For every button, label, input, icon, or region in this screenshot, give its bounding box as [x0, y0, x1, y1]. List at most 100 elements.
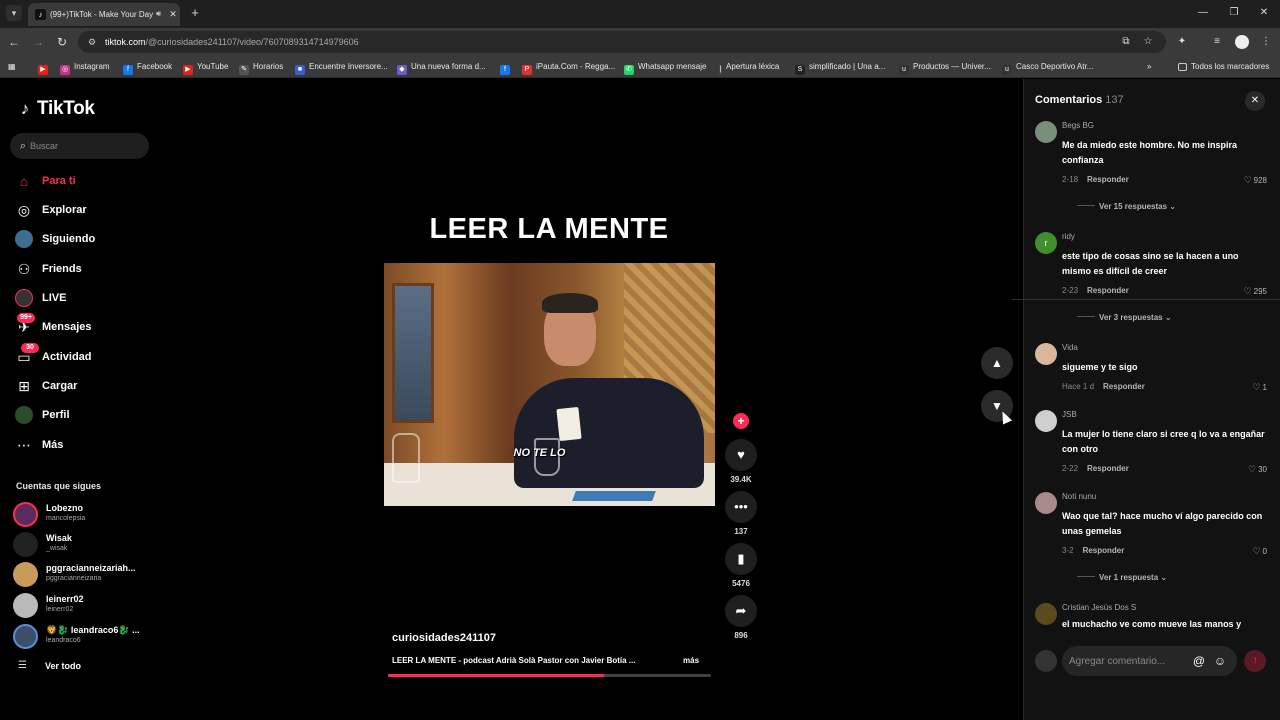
- tab-search-icon[interactable]: ▾: [6, 5, 22, 21]
- bookmark-ipauta[interactable]: PiPauta.Com - Regga...: [522, 60, 615, 75]
- comment-like[interactable]: ♡ 1: [1252, 381, 1267, 394]
- apps-grid-icon[interactable]: ▦: [8, 60, 16, 74]
- tiktok-logo[interactable]: ♪ TikTok: [16, 98, 95, 120]
- following-account[interactable]: Lobezno mancolepsia: [13, 501, 153, 527]
- nav-live[interactable]: LIVE: [13, 286, 153, 310]
- nav-mensajes[interactable]: ✈ 99+ Mensajes: [13, 313, 153, 339]
- tab-close-icon[interactable]: ✕: [168, 8, 178, 20]
- bookmark-youtube[interactable]: ▶ YouTube: [183, 60, 228, 75]
- following-account[interactable]: leinerr02 leinerr02: [13, 592, 153, 618]
- comment-like[interactable]: ♡ 30: [1248, 463, 1267, 476]
- forward-icon[interactable]: →: [30, 34, 46, 50]
- video-author[interactable]: curiosidades241107: [392, 631, 496, 645]
- nav-cargar[interactable]: ⊞ Cargar: [13, 374, 153, 398]
- comment-user[interactable]: Begs BG: [1062, 121, 1094, 131]
- bookmark-simplificado[interactable]: Ssimplificado | Una a...: [795, 60, 885, 75]
- bookmark-star-icon[interactable]: ☆: [1141, 35, 1155, 49]
- previous-video-chevron-up-icon[interactable]: ▲: [981, 347, 1013, 379]
- bookmarks-overflow-icon[interactable]: »: [1147, 60, 1151, 74]
- install-app-icon[interactable]: ⧉: [1119, 35, 1133, 49]
- reply-button[interactable]: Responder: [1103, 382, 1145, 391]
- bookmark-una-nueva-forma[interactable]: ◆ Una nueva forma d...: [397, 60, 486, 75]
- bookmark-facebook-2-icon[interactable]: f: [500, 60, 514, 75]
- following-account[interactable]: 🦁🐉 leandraco6🐉 ... leandraco6: [13, 623, 153, 649]
- send-icon[interactable]: ↑: [1244, 650, 1266, 672]
- nav-explorar[interactable]: ◎ Explorar: [13, 198, 153, 222]
- avatar[interactable]: [1035, 492, 1057, 514]
- media-control-icon[interactable]: ≡: [1210, 35, 1224, 49]
- bookmark-youtube-icon[interactable]: ▶: [38, 60, 52, 75]
- share-icon[interactable]: ➦: [725, 595, 757, 627]
- nav-mas[interactable]: ⋯ Más: [13, 433, 153, 457]
- browser-tab-tiktok[interactable]: ♪ (99+)TikTok - Make Your Day 🔊︎ ✕: [28, 3, 180, 26]
- bookmark-icon[interactable]: ▮: [725, 543, 757, 575]
- view-replies-button[interactable]: Ver 1 respuesta ⌄: [1077, 572, 1167, 584]
- minimize-icon[interactable]: —: [1195, 6, 1211, 20]
- comment-user[interactable]: Vida: [1062, 343, 1078, 353]
- like-action[interactable]: ♥ 39.4K: [725, 439, 757, 485]
- avatar[interactable]: [1035, 121, 1057, 143]
- view-replies-button[interactable]: Ver 15 respuestas ⌄: [1077, 201, 1176, 213]
- mention-icon[interactable]: @: [1191, 653, 1207, 669]
- following-account[interactable]: Wisak _wisak: [13, 531, 153, 557]
- bookmark-apertura-lexica[interactable]: | Apertura léxica: [719, 60, 779, 75]
- browser-menu-icon[interactable]: ⋮: [1259, 35, 1273, 49]
- following-account[interactable]: pggracianneizariah... pggracianneizaria: [13, 561, 153, 587]
- tab-audio-icon[interactable]: 🔊︎: [156, 8, 166, 20]
- video-progress-fill: [388, 674, 605, 677]
- bookmark-productos[interactable]: u Productos — Univer...: [899, 60, 991, 75]
- comment-like[interactable]: ♡ 0: [1252, 545, 1267, 558]
- nav-actividad[interactable]: ▭ 30 Actividad: [13, 343, 153, 369]
- search-input[interactable]: ⌕ Buscar: [10, 133, 149, 159]
- avatar[interactable]: [1035, 603, 1057, 625]
- comment-input[interactable]: [1062, 646, 1237, 676]
- nav-friends[interactable]: ⚇ Friends: [13, 257, 153, 281]
- comment-user[interactable]: Cristian Jesús Dos S: [1062, 603, 1136, 613]
- heart-icon[interactable]: ♥: [725, 439, 757, 471]
- reply-button[interactable]: Responder: [1087, 464, 1129, 473]
- new-tab-icon[interactable]: +: [188, 6, 202, 20]
- bookmark-horarios[interactable]: ✎ Horarios: [239, 60, 283, 75]
- comment-action[interactable]: ••• 137: [725, 491, 757, 537]
- reply-button[interactable]: Responder: [1087, 286, 1129, 295]
- save-action[interactable]: ▮ 5476: [725, 543, 757, 589]
- comment-user[interactable]: Noti nunu: [1062, 492, 1096, 502]
- search-icon[interactable]: ⌕: [16, 139, 30, 153]
- extensions-icon[interactable]: ✦: [1175, 35, 1189, 49]
- site-info-icon[interactable]: ⚙: [86, 36, 98, 48]
- avatar[interactable]: [1035, 410, 1057, 432]
- comment-user[interactable]: ridy: [1062, 232, 1075, 242]
- comment-like[interactable]: ♡ 295: [1244, 285, 1267, 298]
- nav-para-ti[interactable]: ⌂ Para ti: [13, 169, 153, 193]
- reload-icon[interactable]: ↻: [54, 34, 70, 50]
- nav-siguiendo[interactable]: Siguiendo: [13, 227, 153, 251]
- reply-button[interactable]: Responder: [1083, 546, 1125, 555]
- video-player[interactable]: [384, 263, 715, 506]
- avatar[interactable]: [1035, 343, 1057, 365]
- follow-plus-icon[interactable]: +: [733, 413, 749, 429]
- bookmark-instagram[interactable]: ◎ Instagram: [60, 60, 110, 75]
- window-close-icon[interactable]: ✕: [1256, 6, 1272, 20]
- profile-avatar-icon[interactable]: [1235, 35, 1249, 49]
- url-text[interactable]: tiktok.com/@curiosidades241107/video/760…: [105, 36, 359, 48]
- comment-icon[interactable]: •••: [725, 491, 757, 523]
- address-bar[interactable]: ⚙ tiktok.com/@curiosidades241107/video/7…: [78, 31, 1166, 53]
- emoji-icon[interactable]: ☺: [1212, 653, 1228, 669]
- maximize-icon[interactable]: ❐: [1226, 6, 1242, 20]
- close-comments-icon[interactable]: ✕: [1245, 91, 1265, 111]
- bookmark-encuentre-inversores[interactable]: ■ Encuentre Inversore...: [295, 60, 388, 75]
- avatar[interactable]: r: [1035, 232, 1057, 254]
- more-link[interactable]: más: [683, 655, 699, 666]
- reply-button[interactable]: Responder: [1087, 175, 1129, 184]
- bookmark-casco-deportivo[interactable]: u Casco Deportivo Atr...: [1002, 60, 1093, 75]
- bookmark-facebook[interactable]: f Facebook: [123, 60, 172, 75]
- nav-perfil[interactable]: Perfil: [13, 403, 153, 427]
- bookmark-whatsapp[interactable]: ✆ Whatsapp mensaje: [624, 60, 706, 75]
- view-replies-button[interactable]: Ver 3 respuestas ⌄: [1077, 312, 1172, 324]
- share-action[interactable]: ➦ 896: [725, 595, 757, 641]
- comment-user[interactable]: JSB: [1062, 410, 1077, 420]
- back-icon[interactable]: ←: [6, 34, 22, 50]
- comment-like[interactable]: ♡ 928: [1244, 174, 1267, 187]
- all-bookmarks-folder[interactable]: Todos los marcadores: [1178, 60, 1269, 74]
- video-progress-bar[interactable]: [388, 674, 711, 677]
